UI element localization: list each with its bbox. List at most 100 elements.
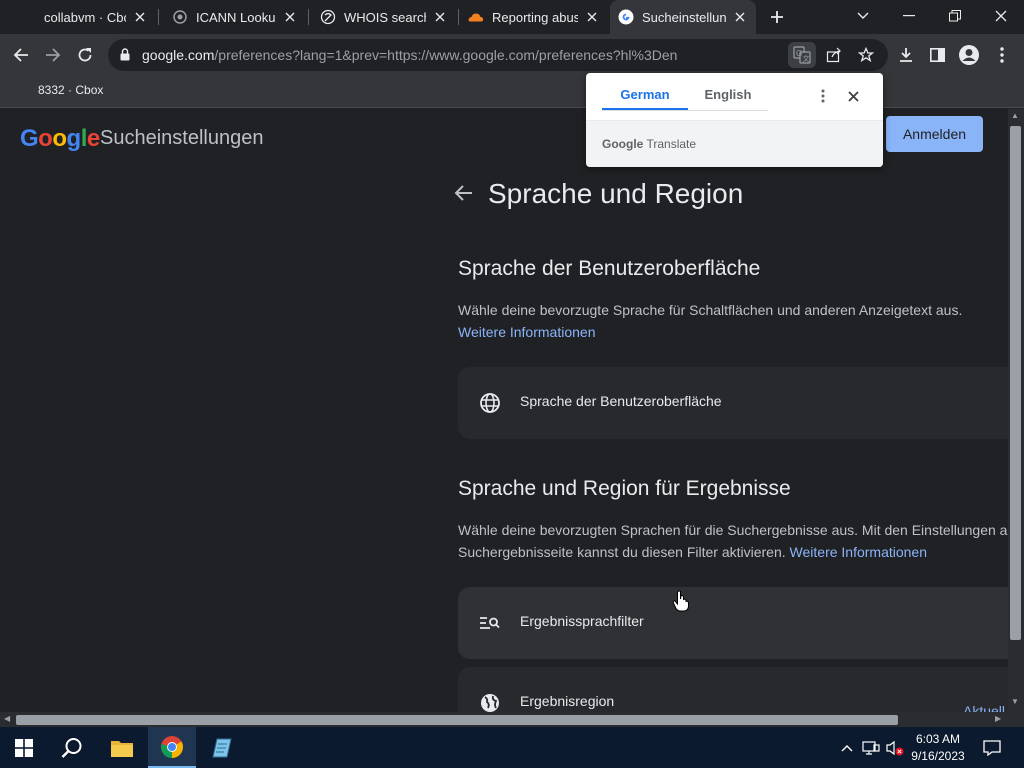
forward-button[interactable] [38, 40, 68, 70]
star-icon[interactable] [853, 42, 879, 68]
signin-button[interactable]: Anmelden [886, 116, 983, 152]
file-explorer-button[interactable] [98, 727, 146, 768]
notepad-taskbar-button[interactable] [198, 727, 246, 768]
tab-icann-lookup[interactable]: ICANN Lookup [164, 0, 306, 34]
tab-separator [308, 9, 309, 25]
card-label: Ergebnissprachfilter [520, 613, 644, 629]
scroll-up-arrow[interactable]: ▲ [1011, 111, 1019, 120]
scroll-down-arrow[interactable]: ▼ [1011, 697, 1019, 706]
clock-date[interactable]: 9/16/2023 [906, 749, 970, 763]
search-icon [61, 737, 82, 758]
download-icon [900, 48, 912, 62]
minimize-icon [903, 15, 915, 17]
bookmark-cbox[interactable]: 8332 · Cbox [38, 83, 103, 97]
volume-muted-icon [886, 740, 904, 755]
vertical-scroll-thumb[interactable] [1010, 126, 1021, 640]
reload-button[interactable] [70, 40, 100, 70]
restore-button[interactable] [932, 0, 978, 32]
tab-collabvm[interactable]: collabvm · Cbox [14, 0, 156, 34]
notepad-icon [212, 738, 232, 757]
chrome-menu-button[interactable] [987, 40, 1017, 70]
new-tab-button[interactable] [766, 6, 788, 28]
menu-icon [1000, 47, 1004, 63]
close-icon [995, 10, 1007, 22]
share-icon[interactable] [821, 42, 847, 68]
whois-icon [320, 9, 336, 25]
show-hidden-icons-button[interactable] [838, 727, 856, 768]
card-label: Ergebnisregion [520, 693, 615, 709]
more-info-link[interactable]: Weitere Informationen [790, 544, 927, 560]
volume-button[interactable] [884, 727, 906, 768]
svg-text:文: 文 [803, 54, 810, 63]
notifications-button[interactable] [978, 727, 1006, 768]
more-info-link[interactable]: Weitere Informationen [458, 324, 595, 340]
google-logo[interactable]: Google [20, 125, 100, 153]
tab-whois-search[interactable]: WHOIS search r [314, 0, 456, 34]
horizontal-scroll-thumb[interactable] [16, 715, 898, 725]
tab-title: WHOIS search r [344, 9, 426, 25]
ui-language-card[interactable]: Sprache der Benutzeroberfläche [458, 367, 1008, 439]
profile-icon [959, 45, 979, 65]
start-button[interactable] [0, 727, 48, 768]
scroll-corner [1008, 712, 1024, 727]
lock-icon[interactable] [120, 48, 130, 66]
windows-taskbar: 6:03 AM 9/16/2023 [0, 727, 1024, 768]
close-icon[interactable] [732, 9, 748, 25]
tab-reporting-abuse[interactable]: Reporting abuse [464, 0, 608, 34]
close-icon[interactable] [432, 9, 448, 25]
cloudflare-icon [468, 9, 484, 25]
close-icon[interactable] [584, 9, 600, 25]
folder-icon [111, 740, 133, 757]
url-text[interactable]: google.com/preferences?lang=1&prev=https… [142, 47, 677, 63]
current-region-value: Aktuell [963, 703, 1006, 712]
tab-german[interactable]: German [602, 87, 688, 102]
brand-google: Google [602, 137, 644, 151]
back-arrow-icon[interactable] [454, 183, 474, 203]
tab-title: ICANN Lookup [196, 9, 276, 25]
search-button[interactable] [48, 727, 96, 768]
profile-button[interactable] [954, 40, 984, 70]
globe-icon [478, 691, 502, 712]
chrome-taskbar-button[interactable] [148, 727, 196, 768]
translate-options-button[interactable] [814, 87, 832, 105]
brand-product: Translate [646, 137, 697, 151]
address-bar[interactable]: google.com/preferences?lang=1&prev=https… [108, 39, 888, 71]
download-button[interactable] [891, 40, 921, 70]
result-language-filter-card[interactable]: Ergebnissprachfilter [458, 587, 1008, 659]
translate-footer: Google Translate [586, 121, 883, 167]
close-icon[interactable] [132, 9, 148, 25]
section-ui-description: Wähle deine bevorzugte Sprache für Schal… [458, 299, 1008, 343]
tab-strip: collabvm · Cbox ICANN Lookup WHOIS searc… [0, 0, 1024, 34]
network-icon [862, 740, 880, 755]
close-window-button[interactable] [978, 0, 1024, 32]
notification-icon [983, 739, 1001, 756]
translate-close-button[interactable] [844, 87, 862, 105]
section-ui-description-text: Wähle deine bevorzugte Sprache für Schal… [458, 302, 963, 318]
minimize-button[interactable] [886, 0, 932, 32]
svg-text:G: G [796, 49, 802, 58]
result-region-card[interactable]: Ergebnisregion Aktuell [458, 667, 1008, 712]
scroll-left-arrow[interactable]: ◀ [4, 714, 10, 723]
settings-title: Sucheinstellungen [100, 127, 264, 149]
clock-time[interactable]: 6:03 AM [906, 732, 970, 746]
chevron-down-icon [857, 12, 869, 19]
chevron-up-icon [841, 744, 853, 751]
translate-icon[interactable]: G文 [788, 42, 816, 68]
network-button[interactable] [860, 727, 882, 768]
back-button[interactable] [6, 40, 36, 70]
tab-sucheinstellungen[interactable]: Sucheinstellunge [610, 0, 756, 34]
scroll-right-arrow[interactable]: ▶ [995, 714, 1001, 723]
google-icon [618, 9, 634, 25]
chrome-icon [161, 735, 183, 758]
tab-underline-track [602, 110, 768, 111]
side-panel-button[interactable] [922, 40, 952, 70]
globe-icon [478, 391, 502, 415]
close-icon[interactable] [282, 9, 298, 25]
tab-english[interactable]: English [690, 87, 766, 102]
section-results-description-line1: Wähle deine bevorzugten Sprachen für die… [458, 522, 1008, 538]
section-ui-heading: Sprache der Benutzeroberfläche [458, 257, 761, 280]
tab-search-button[interactable] [840, 0, 886, 32]
plus-icon [771, 11, 783, 23]
tab-title: Sucheinstellunge [642, 9, 726, 25]
icann-icon [172, 9, 188, 25]
